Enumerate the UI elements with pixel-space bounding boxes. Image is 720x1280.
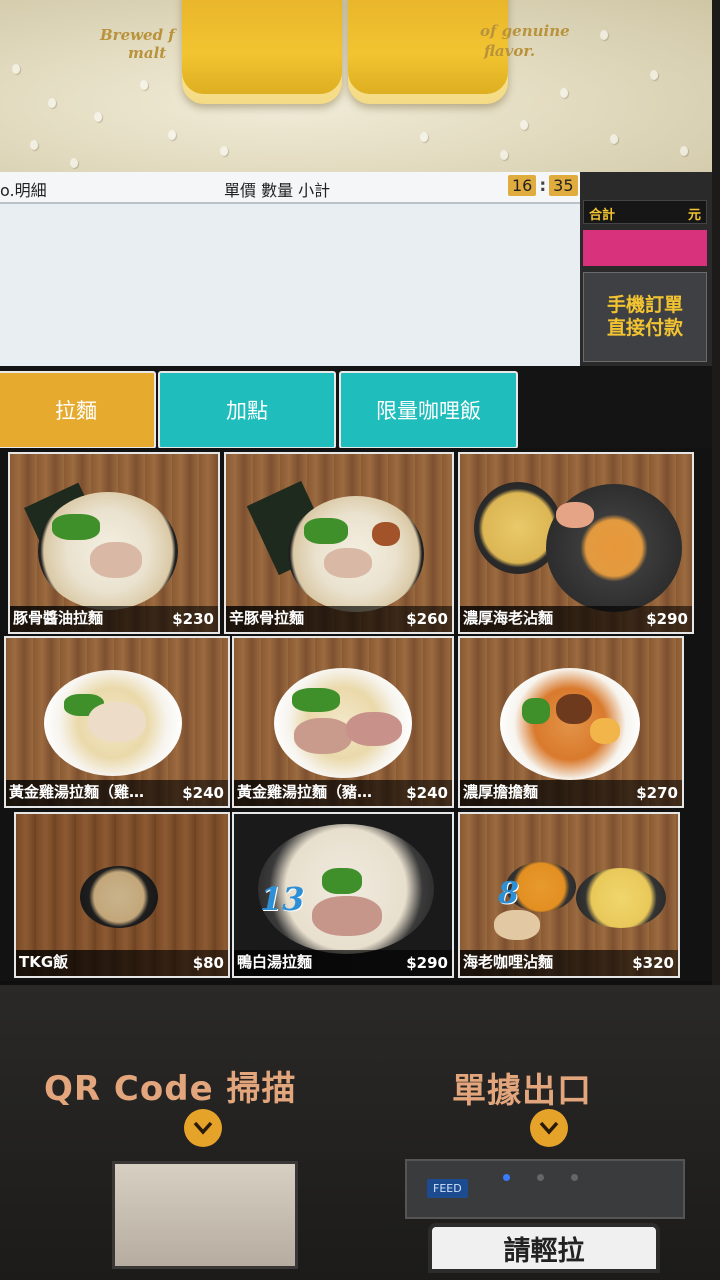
receipt-printer: FEED bbox=[405, 1159, 685, 1219]
qr-scanner-window bbox=[112, 1161, 298, 1269]
menu-item-name: 濃厚擔擔麵 bbox=[463, 783, 539, 801]
menu-item-card[interactable]: 黃金雞湯拉麵（雞… $240 bbox=[4, 636, 230, 808]
ramen-bowl-image bbox=[500, 668, 640, 780]
mobile-order-pay-button[interactable]: 手機訂單 直接付款 bbox=[583, 272, 707, 362]
advert-banner: Brewed f of genuine malt flavor. bbox=[0, 0, 712, 172]
beer-glass-image bbox=[182, 0, 342, 104]
menu-grid: 豚骨醬油拉麵 $230 辛豚骨拉麵 $260 濃厚海老沾麵 $290 黃金雞湯拉… bbox=[0, 448, 712, 981]
status-led bbox=[537, 1174, 544, 1181]
menu-item-name: 海老咖哩沾麵 bbox=[463, 953, 554, 971]
category-tabs: 拉麵 加點 限量咖哩飯 bbox=[0, 366, 712, 452]
menu-item-name: 豚骨醬油拉麵 bbox=[13, 609, 104, 627]
advert-text: of genuine bbox=[480, 22, 570, 40]
total-bar: 合計 元 bbox=[583, 200, 707, 224]
status-led bbox=[571, 1174, 578, 1181]
chevron-down-icon bbox=[184, 1109, 222, 1147]
menu-item-name: TKG飯 bbox=[19, 953, 69, 971]
total-amount-display bbox=[583, 230, 707, 266]
menu-item-price: $80 bbox=[192, 954, 224, 972]
menu-item-price: $290 bbox=[406, 954, 448, 972]
menu-item-name: 黃金雞湯拉麵（豬… bbox=[237, 783, 373, 801]
menu-item-price: $260 bbox=[406, 610, 448, 628]
menu-item-card[interactable]: TKG飯 $80 bbox=[14, 812, 230, 978]
receipt-outlet-label: 單據出口 bbox=[452, 1071, 592, 1111]
clock-hour: 16 bbox=[508, 175, 537, 196]
menu-item-card[interactable]: 13 鴨白湯拉麵 $290 bbox=[232, 812, 454, 978]
order-detail-panel: o.明細 單價 數量 小計 16 : 35 bbox=[0, 172, 580, 372]
total-unit: 元 bbox=[687, 208, 701, 223]
menu-item-card[interactable]: 辛豚骨拉麵 $260 bbox=[224, 452, 454, 634]
chevron-down-icon bbox=[530, 1109, 568, 1147]
feed-button[interactable]: FEED bbox=[427, 1179, 468, 1198]
clock: 16 : 35 bbox=[508, 175, 578, 196]
menu-item-price: $270 bbox=[636, 784, 678, 802]
columns-label: 單價 數量 小計 bbox=[224, 181, 331, 200]
menu-item-price: $320 bbox=[632, 954, 674, 972]
clock-minute: 35 bbox=[549, 175, 578, 196]
rice-bowl-image bbox=[80, 866, 158, 928]
menu-item-name: 辛豚骨拉麵 bbox=[229, 609, 305, 627]
mobile-order-line1: 手機訂單 bbox=[606, 294, 683, 316]
mobile-order-line2: 直接付款 bbox=[606, 317, 683, 339]
menu-item-card[interactable]: 濃厚擔擔麵 $270 bbox=[458, 636, 684, 808]
tab-add-ons[interactable]: 加點 bbox=[158, 371, 336, 449]
menu-item-card[interactable]: 濃厚海老沾麵 $290 bbox=[458, 452, 694, 634]
advert-text: malt bbox=[128, 44, 167, 62]
menu-item-price: $230 bbox=[172, 610, 214, 628]
kiosk-screen: Brewed f of genuine malt flavor. o.明細 單價… bbox=[0, 0, 712, 985]
menu-item-price: $240 bbox=[182, 784, 224, 802]
total-side-panel: 合計 元 手機訂單 直接付款 bbox=[580, 172, 712, 372]
advert-text: Brewed f bbox=[100, 26, 175, 44]
order-detail-header: o.明細 單價 數量 小計 16 : 35 bbox=[0, 172, 580, 204]
menu-item-price: $290 bbox=[646, 610, 688, 628]
tab-ramen[interactable]: 拉麵 bbox=[0, 371, 156, 449]
tab-limited-curry-rice[interactable]: 限量咖哩飯 bbox=[339, 371, 518, 449]
menu-item-name: 黃金雞湯拉麵（雞… bbox=[9, 783, 145, 801]
receipt-pull-tab[interactable]: 請輕拉 bbox=[428, 1223, 660, 1273]
ranking-badge: 13 bbox=[260, 880, 305, 918]
menu-item-price: $240 bbox=[406, 784, 448, 802]
menu-item-card[interactable]: 豚骨醬油拉麵 $230 bbox=[8, 452, 220, 634]
total-label: 合計 bbox=[589, 208, 616, 223]
advert-text: flavor. bbox=[484, 42, 536, 60]
noodle-bowl-image bbox=[576, 868, 666, 928]
menu-item-name: 濃厚海老沾麵 bbox=[463, 609, 554, 627]
status-led bbox=[503, 1174, 510, 1181]
kiosk-body: QR Code 掃描 單據出口 FEED 請輕拉 bbox=[0, 985, 720, 1280]
detail-label: o.明細 bbox=[0, 181, 47, 200]
menu-item-name: 鴨白湯拉麵 bbox=[237, 953, 313, 971]
menu-item-card[interactable]: 8 海老咖哩沾麵 $320 bbox=[458, 812, 680, 978]
menu-item-card[interactable]: 黃金雞湯拉麵（豬… $240 bbox=[232, 636, 454, 808]
clock-separator: : bbox=[539, 175, 547, 196]
ranking-badge: 8 bbox=[498, 876, 519, 911]
qr-scan-label: QR Code 掃描 bbox=[44, 1069, 297, 1109]
